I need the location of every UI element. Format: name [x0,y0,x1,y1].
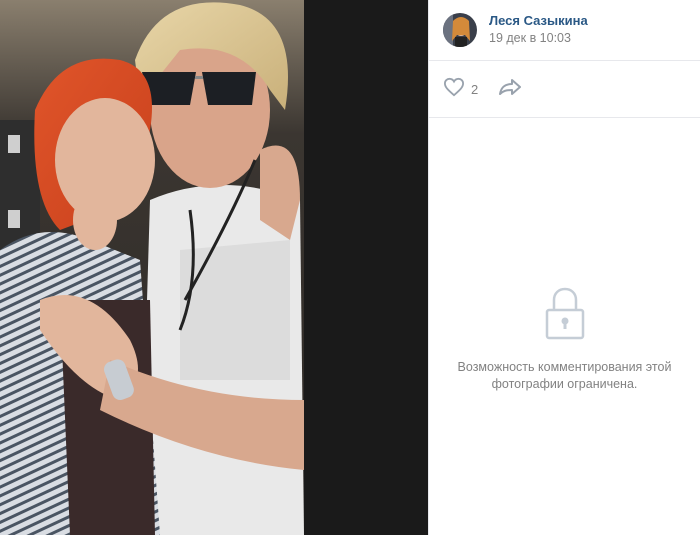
author-info: Леся Сазыкина 19 дек в 10:03 [489,13,588,47]
lock-icon [544,286,586,345]
photo[interactable] [0,0,304,535]
author-name[interactable]: Леся Сазыкина [489,13,588,29]
share-icon [498,78,522,101]
heart-icon [443,77,465,102]
side-panel: Леся Сазыкина 19 дек в 10:03 2 Возможнос… [428,0,700,535]
avatar-image [443,13,477,47]
actions-bar: 2 [429,61,700,118]
photo-viewer: Леся Сазыкина 19 дек в 10:03 2 Возможнос… [0,0,700,535]
photo-image [0,0,304,535]
author-avatar[interactable] [443,13,477,47]
comments-restricted: Возможность комментирования этой фотогра… [429,286,700,393]
author-block: Леся Сазыкина 19 дек в 10:03 [429,0,700,61]
photo-area[interactable] [0,0,428,535]
restricted-message: Возможность комментирования этой фотогра… [457,360,672,391]
post-date[interactable]: 19 дек в 10:03 [489,29,588,47]
like-button[interactable]: 2 [443,77,478,102]
share-button[interactable] [498,78,522,101]
like-count: 2 [471,81,479,97]
